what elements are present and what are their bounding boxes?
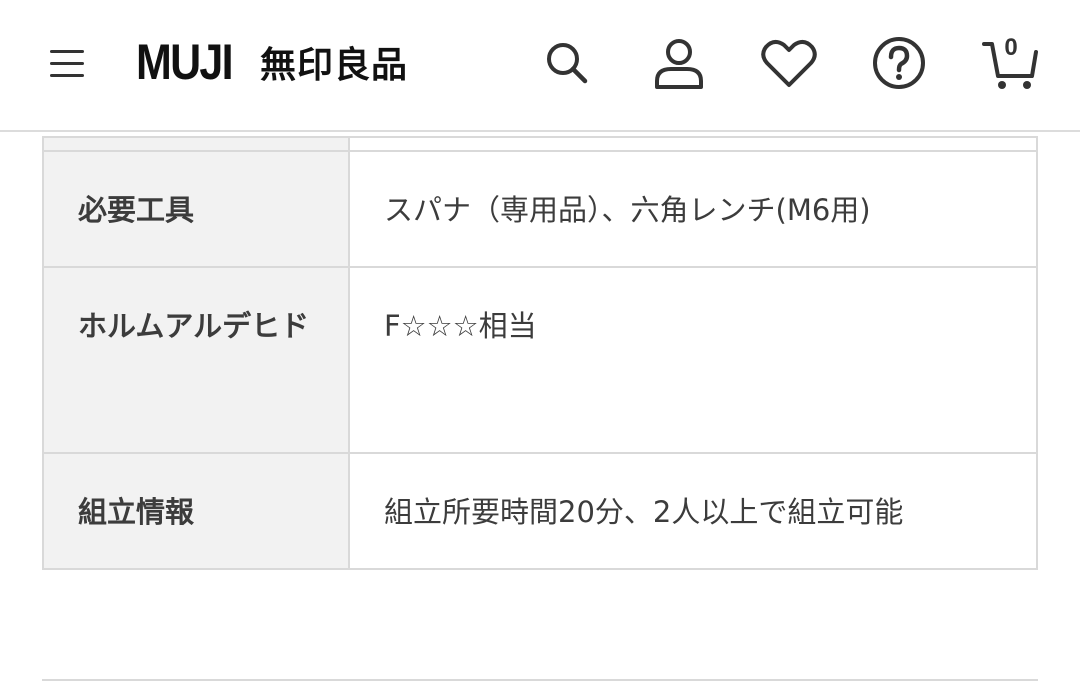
heart-icon[interactable]: [758, 32, 820, 94]
logo-latin-text: MUJI: [136, 34, 234, 90]
hamburger-menu-icon[interactable]: [46, 44, 92, 84]
help-icon[interactable]: [868, 32, 930, 94]
spec-label-assembly-info: 組立情報: [78, 495, 195, 529]
spec-value-assembly-info: 組立所要時間20分、2人以上で組立可能: [384, 495, 904, 529]
spec-value-cell: [348, 136, 1038, 152]
spec-value-cell: 組立所要時間20分、2人以上で組立可能: [348, 452, 1038, 570]
cart-count-badge: 0: [1004, 34, 1018, 61]
spec-label-cell: 組立情報: [42, 452, 350, 570]
spec-label-cell: [42, 136, 350, 152]
spec-label-cell: 必要工具: [42, 150, 350, 268]
spec-value-required-tools: スパナ（専用品）、六角レンチ(M6用): [384, 193, 871, 227]
muji-logo[interactable]: MUJI 無印良品: [136, 30, 408, 94]
table-row: 必要工具 スパナ（専用品）、六角レンチ(M6用): [42, 150, 1038, 268]
table-row-partial: [42, 136, 1038, 152]
spec-value-formaldehyde: F☆☆☆相当: [384, 309, 537, 343]
site-header: MUJI 無印良品 0: [0, 0, 1080, 132]
logo-japanese-text: 無印良品: [260, 45, 409, 86]
spec-value-cell: F☆☆☆相当: [348, 266, 1038, 454]
user-icon[interactable]: [648, 32, 710, 94]
cart-icon[interactable]: 0: [980, 32, 1042, 94]
section-divider: [42, 679, 1038, 681]
table-row: ホルムアルデヒド F☆☆☆相当: [42, 266, 1038, 454]
search-icon[interactable]: [536, 32, 598, 94]
spec-label-required-tools: 必要工具: [78, 193, 195, 227]
product-spec-table: 必要工具 スパナ（専用品）、六角レンチ(M6用) ホルムアルデヒド F☆☆☆相当…: [42, 136, 1038, 570]
spec-label-formaldehyde: ホルムアルデヒド: [78, 309, 310, 343]
spec-label-cell: ホルムアルデヒド: [42, 266, 350, 454]
table-row: 組立情報 組立所要時間20分、2人以上で組立可能: [42, 452, 1038, 570]
spec-value-cell: スパナ（専用品）、六角レンチ(M6用): [348, 150, 1038, 268]
